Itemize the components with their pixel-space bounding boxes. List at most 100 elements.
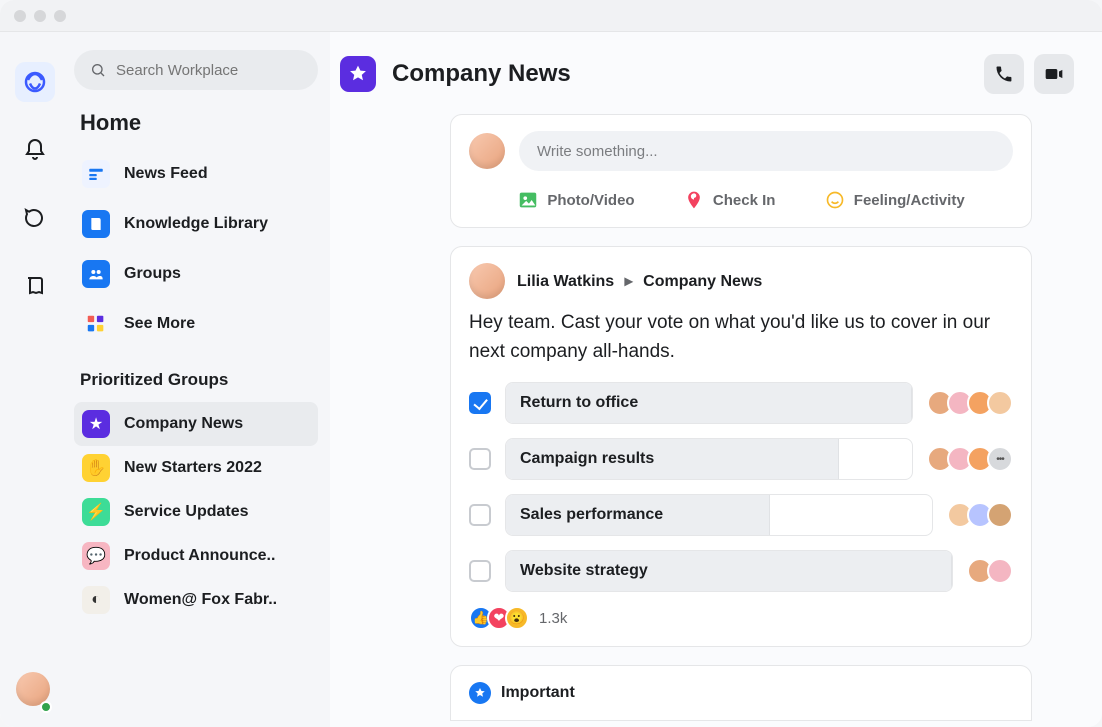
app-window: Home News Feed Knowledge Library Groups: [0, 0, 1102, 727]
reaction-count: 1.3k: [539, 610, 567, 627]
composer-avatar[interactable]: [469, 133, 505, 169]
poll-checkbox[interactable]: [469, 504, 491, 526]
group-icon: ✋: [82, 454, 110, 482]
poll-option-bar[interactable]: Campaign results: [505, 438, 913, 480]
video-icon: [1044, 64, 1064, 84]
voice-call-button[interactable]: [984, 54, 1024, 94]
group-icon: ★: [82, 410, 110, 438]
reactions-row[interactable]: 👍 ❤ 😮 1.3k: [469, 606, 1013, 630]
group-label: New Starters 2022: [124, 459, 262, 477]
sidebar-home-title: Home: [80, 110, 312, 136]
group-logo-icon: [340, 56, 376, 92]
nav-rail: [0, 32, 70, 727]
app-shell: Home News Feed Knowledge Library Groups: [0, 32, 1102, 727]
composer-card: Write something... Photo/Video: [450, 114, 1032, 228]
composer-checkin-button[interactable]: Check In: [683, 189, 776, 211]
post-header: Lilia Watkins ▸ Company News: [469, 263, 1013, 299]
important-card[interactable]: Important: [450, 665, 1032, 721]
search-icon: [90, 62, 106, 78]
composer-action-label: Feeling/Activity: [854, 192, 965, 209]
triangle-right-icon: ▸: [625, 273, 633, 290]
voter-avatar[interactable]: •••: [987, 446, 1013, 472]
presence-dot-icon: [40, 701, 52, 713]
nav-label: Knowledge Library: [124, 215, 268, 233]
group-icon: ◐: [82, 586, 110, 614]
group-label: Service Updates: [124, 503, 249, 521]
search-input[interactable]: [116, 62, 302, 79]
post-author-avatar[interactable]: [469, 263, 505, 299]
sidebar-group-item[interactable]: 💬 Product Announce..: [74, 534, 318, 578]
group-label: Women@ Fox Fabr..: [124, 591, 277, 609]
sidebar-group-item[interactable]: ⚡ Service Updates: [74, 490, 318, 534]
poll-option-row: Return to office: [469, 382, 1013, 424]
rail-workplace-icon[interactable]: [15, 62, 55, 102]
composer-photo-button[interactable]: Photo/Video: [517, 189, 634, 211]
poll-option-label: Campaign results: [506, 450, 654, 468]
traffic-light-max[interactable]: [54, 10, 66, 22]
nav-label: News Feed: [124, 165, 208, 183]
book-icon: [82, 210, 110, 238]
poll-option-bar[interactable]: Sales performance: [505, 494, 933, 536]
wow-reaction-icon: 😮: [505, 606, 529, 630]
page-title: Company News: [392, 60, 571, 88]
important-label: Important: [501, 684, 575, 702]
nav-see-more[interactable]: See More: [74, 302, 318, 346]
poll-option-label: Website strategy: [506, 562, 648, 580]
poll-voters: [967, 558, 1013, 584]
traffic-light-close[interactable]: [14, 10, 26, 22]
sidebar-group-item[interactable]: ★ Company News: [74, 402, 318, 446]
rail-chat-icon[interactable]: [15, 198, 55, 238]
group-icon: 💬: [82, 542, 110, 570]
post-card: Lilia Watkins ▸ Company News Hey team. C…: [450, 246, 1032, 647]
nav-news-feed[interactable]: News Feed: [74, 152, 318, 196]
nav-label: Groups: [124, 265, 181, 283]
reaction-icons: 👍 ❤ 😮: [469, 606, 529, 630]
sidebar: Home News Feed Knowledge Library Groups: [70, 32, 330, 727]
post-author-name[interactable]: Lilia Watkins: [517, 273, 614, 290]
poll-checkbox[interactable]: [469, 560, 491, 582]
voter-avatar[interactable]: [987, 502, 1013, 528]
video-call-button[interactable]: [1034, 54, 1074, 94]
group-icon: ⚡: [82, 498, 110, 526]
groups-icon: [82, 260, 110, 288]
composer-input[interactable]: Write something...: [519, 131, 1013, 171]
poll-option-row: Website strategy: [469, 550, 1013, 592]
poll-option-row: Sales performance: [469, 494, 1013, 536]
smiley-icon: [824, 189, 846, 211]
nav-groups[interactable]: Groups: [74, 252, 318, 296]
composer-placeholder: Write something...: [537, 143, 658, 160]
current-user-avatar[interactable]: [16, 672, 50, 711]
rail-library-icon[interactable]: [15, 266, 55, 306]
location-pin-icon: [683, 189, 705, 211]
composer-action-label: Photo/Video: [547, 192, 634, 209]
voter-avatar[interactable]: [987, 390, 1013, 416]
group-label: Company News: [124, 415, 243, 433]
composer-feeling-button[interactable]: Feeling/Activity: [824, 189, 965, 211]
important-star-icon: [469, 682, 491, 704]
apps-grid-icon: [82, 310, 110, 338]
poll-option-label: Return to office: [506, 394, 638, 412]
phone-icon: [994, 64, 1014, 84]
poll-option-label: Sales performance: [506, 506, 663, 524]
voter-avatar[interactable]: [987, 558, 1013, 584]
poll-option-bar[interactable]: Return to office: [505, 382, 913, 424]
poll-checkbox[interactable]: [469, 448, 491, 470]
sidebar-group-item[interactable]: ◐ Women@ Fox Fabr..: [74, 578, 318, 622]
poll-voters: [947, 502, 1013, 528]
rail-notifications-icon[interactable]: [15, 130, 55, 170]
traffic-light-min[interactable]: [34, 10, 46, 22]
nav-label: See More: [124, 315, 195, 333]
main-content: Company News Write something...: [330, 32, 1102, 727]
photo-icon: [517, 189, 539, 211]
group-label: Product Announce..: [124, 547, 275, 565]
poll-option-row: Campaign results •••: [469, 438, 1013, 480]
nav-knowledge-library[interactable]: Knowledge Library: [74, 202, 318, 246]
poll-checkbox[interactable]: [469, 392, 491, 414]
poll-option-bar[interactable]: Website strategy: [505, 550, 953, 592]
search-input-wrapper[interactable]: [74, 50, 318, 90]
news-feed-icon: [82, 160, 110, 188]
sidebar-group-item[interactable]: ✋ New Starters 2022: [74, 446, 318, 490]
post-body-text: Hey team. Cast your vote on what you'd l…: [469, 309, 1013, 366]
poll-voters: •••: [927, 446, 1013, 472]
post-group-name[interactable]: Company News: [643, 273, 762, 290]
